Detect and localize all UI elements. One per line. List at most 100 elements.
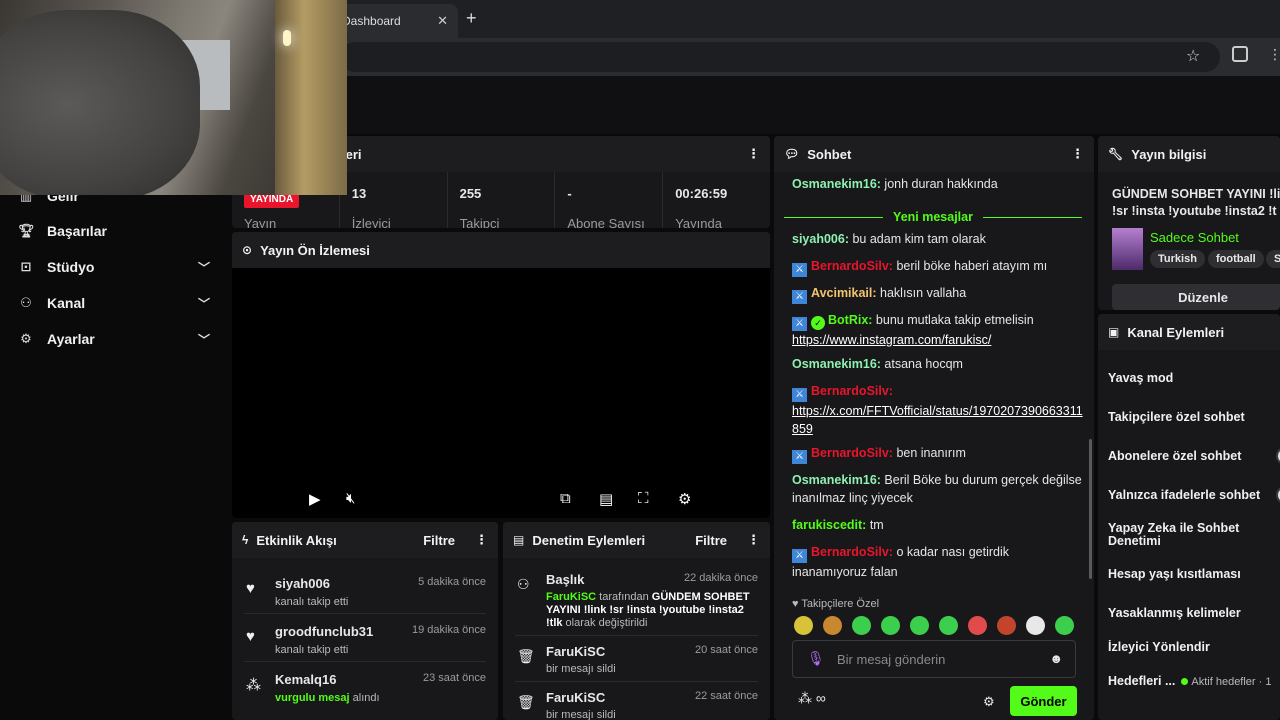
list-item[interactable]: ⚇ Başlık 22 dakika önce FaruKiSC tarafın…: [515, 564, 758, 636]
edit-button[interactable]: Düzenle: [1112, 284, 1280, 310]
emoji-icon[interactable]: ☻: [1049, 651, 1063, 666]
emote-icon[interactable]: [1026, 616, 1045, 635]
channel-icon: ⚇: [20, 295, 32, 310]
settings-icon: ⚙: [20, 331, 32, 346]
chat-text: tm: [866, 518, 884, 532]
chat-username[interactable]: Avcimikail:: [811, 286, 877, 300]
moderation-filter-button[interactable]: Filtre: [695, 533, 727, 548]
mute-icon[interactable]: 🔇︎: [346, 490, 355, 507]
list-item[interactable]: 🗑︎ FaruKiSC 22 saat önce bir mesajı sild…: [515, 682, 758, 720]
play-icon[interactable]: ▶: [309, 490, 321, 508]
close-tab-icon[interactable]: ✕: [437, 13, 448, 29]
list-item[interactable]: 🗑︎ FaruKiSC 20 saat önce bir mesajı sild…: [515, 636, 758, 682]
emotes-only-toggle[interactable]: [1276, 486, 1280, 504]
emote-icon[interactable]: [997, 616, 1016, 635]
tab-dashboard[interactable]: Dashboard ✕: [330, 4, 458, 38]
redirect-viewers-item[interactable]: İzleyici Yönlendir: [1108, 641, 1210, 654]
chat-link[interactable]: https://x.com/FFTVofficial/status/197020…: [792, 404, 1083, 436]
chat-message: ⚔ ✓ BotRix: bunu mutlaka takip etmelisin ht…: [792, 311, 1084, 349]
miniplayer-icon[interactable]: ⧉: [560, 490, 571, 507]
chat-username[interactable]: BernardoSilv:: [811, 259, 893, 273]
category-label[interactable]: Sadece Sohbet: [1150, 230, 1239, 245]
emotes-only-item[interactable]: Yalnızca ifadelerle sohbet: [1108, 489, 1260, 502]
chat-username[interactable]: Osmanekim16:: [792, 357, 881, 371]
mod-action-desc: bir mesajı sildi: [546, 663, 616, 675]
emote-icon[interactable]: [823, 616, 842, 635]
chat-title: Sohbet: [807, 146, 852, 162]
new-tab-button[interactable]: +: [466, 8, 477, 29]
video-player[interactable]: [232, 268, 770, 518]
infinity-icon[interactable]: ∞: [816, 690, 826, 706]
microphone-icon[interactable]: 🎙︎: [807, 650, 825, 667]
subscribers-only-toggle[interactable]: [1276, 447, 1280, 465]
emote-icon[interactable]: [852, 616, 871, 635]
moderator-badge-icon: ⚔: [792, 450, 807, 464]
emote-icon[interactable]: [939, 616, 958, 635]
subscribers-only-item[interactable]: Abonelere özel sohbet: [1108, 450, 1241, 463]
chat-menu-icon[interactable]: ⋮: [1071, 146, 1084, 162]
tag[interactable]: Turkish: [1150, 250, 1205, 268]
preview-title: Yayın Ön İzlemesi: [260, 242, 370, 258]
list-item[interactable]: ♥ siyah006 5 dakika önce kanalı takip et…: [244, 566, 486, 614]
followers-only-item[interactable]: Takipçilere özel sohbet: [1108, 411, 1245, 424]
list-item[interactable]: ⁂ Kemalq16 23 saat önce vurgulu mesaj al…: [244, 662, 486, 710]
emote-icon[interactable]: [881, 616, 900, 635]
chevron-down-icon[interactable]: ﹀: [198, 331, 210, 348]
sidebar-item-ayarlar[interactable]: ⚙ Ayarlar ﹀: [18, 327, 218, 351]
stats-menu-icon[interactable]: ⋮: [747, 146, 760, 162]
chat-username[interactable]: BernardoSilv:: [811, 384, 893, 398]
chat-message: farukiscedit: tm: [792, 516, 1084, 534]
emote-icon[interactable]: [968, 616, 987, 635]
sidebar-item-kanal[interactable]: ⚇ Kanal ﹀: [18, 291, 218, 315]
moderator-badge-icon: ⚔: [792, 317, 807, 331]
send-button[interactable]: Gönder: [1010, 686, 1077, 716]
kicks-icon: ⁂: [246, 677, 261, 694]
chat-link[interactable]: https://www.instagram.com/farukisc/: [792, 333, 991, 347]
bookmark-star-icon[interactable]: ☆: [1186, 46, 1200, 66]
chevron-down-icon[interactable]: ﹀: [198, 295, 210, 312]
moderation-title: Denetim Eylemleri: [532, 532, 646, 548]
browser-menu-icon[interactable]: ⋮: [1268, 46, 1280, 63]
kicks-icon[interactable]: ⁂: [798, 690, 812, 706]
emote-icon[interactable]: [1055, 616, 1074, 635]
chat-username[interactable]: farukiscedit:: [792, 518, 866, 532]
chevron-down-icon[interactable]: ﹀: [198, 259, 210, 276]
extensions-icon[interactable]: [1232, 46, 1248, 62]
url-input[interactable]: [340, 42, 1220, 72]
trash-icon: 🗑︎: [517, 694, 535, 710]
slow-mode-item[interactable]: Yavaş mod: [1108, 372, 1173, 385]
account-age-item[interactable]: Hesap yaşı kısıtlaması: [1108, 568, 1241, 581]
theater-icon[interactable]: ▤: [599, 490, 613, 508]
moderation-menu-icon[interactable]: ⋮: [747, 532, 760, 548]
chat-username[interactable]: Osmanekim16:: [792, 177, 881, 191]
chat-username[interactable]: BernardoSilv:: [811, 545, 893, 559]
activity-filter-button[interactable]: Filtre: [423, 533, 455, 548]
fullscreen-icon[interactable]: ⛶: [638, 490, 649, 507]
event-desc: vurgulu mesaj alındı: [275, 692, 380, 704]
chat-username[interactable]: BotRix:: [828, 313, 872, 327]
settings-icon[interactable]: ⚙: [678, 490, 691, 508]
activity-menu-icon[interactable]: ⋮: [475, 532, 488, 548]
tag[interactable]: football: [1208, 250, 1264, 268]
new-messages-divider: Yeni mesajlar: [784, 210, 1083, 224]
sidebar-item-basarilar[interactable]: 🏆︎ Başarılar: [18, 219, 218, 243]
event-desc: kanalı takip etti: [275, 644, 349, 656]
stat-label: Takipçi: [459, 216, 500, 228]
banned-words-item[interactable]: Yasaklanmış kelimeler: [1108, 607, 1241, 620]
tag[interactable]: S: [1266, 250, 1280, 268]
emote-icon[interactable]: [794, 616, 813, 635]
ai-moderation-item[interactable]: Yapay Zeka ile Sohbet Denetimi: [1108, 522, 1258, 548]
sidebar-item-studyo[interactable]: ⊡ Stüdyo ﹀: [18, 255, 218, 279]
chat-username[interactable]: BernardoSilv:: [811, 446, 893, 460]
chat-username[interactable]: siyah006:: [792, 232, 849, 246]
list-item[interactable]: ♥ groodfunclub31 19 dakika önce kanalı t…: [244, 614, 486, 662]
chat-settings-icon[interactable]: ⚙: [983, 694, 995, 710]
chat-scrollbar[interactable]: [1089, 439, 1092, 579]
goals-item[interactable]: Hedefleri ... Aktif hedefler · 1: [1108, 675, 1271, 689]
emote-icon[interactable]: [910, 616, 929, 635]
webcam-light: [283, 30, 291, 46]
chat-username[interactable]: Osmanekim16:: [792, 473, 881, 487]
chat-message-input[interactable]: 🎙︎ Bir mesaj gönderin ☻: [792, 640, 1076, 678]
event-user: Kemalq16: [275, 672, 337, 687]
new-messages-label: Yeni mesajlar: [893, 210, 973, 224]
